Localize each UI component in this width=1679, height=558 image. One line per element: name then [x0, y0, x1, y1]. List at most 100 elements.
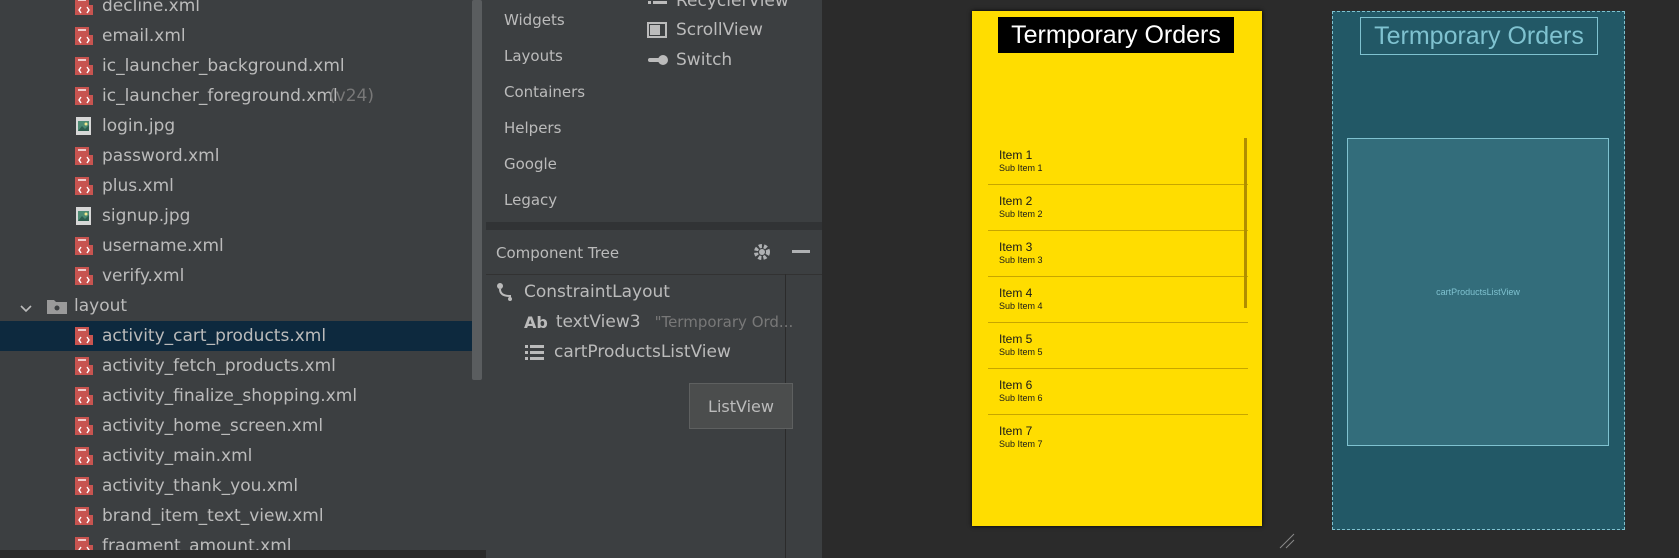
- tree-file-row[interactable]: activity_fetch_products.xml: [0, 351, 474, 381]
- component-tree-label: ConstraintLayout: [524, 282, 670, 302]
- list-item[interactable]: Item 2 Sub Item 2: [988, 184, 1248, 231]
- tree-file-row[interactable]: username.xml: [0, 231, 474, 261]
- tree-file-row[interactable]: login.jpg: [0, 111, 474, 141]
- palette-category-containers[interactable]: Containers: [504, 83, 585, 101]
- tree-item-label: ic_launcher_background.xml: [102, 56, 345, 76]
- tooltip: ListView: [689, 383, 793, 429]
- blueprint-preview[interactable]: Termporary Orders cartProductsListView: [1332, 11, 1625, 530]
- list-item-subtitle: Sub Item 3: [999, 255, 1043, 265]
- component-tree-node-cartproductslistview[interactable]: cartProductsListView: [524, 342, 731, 362]
- tree-file-row[interactable]: activity_thank_you.xml: [0, 471, 474, 501]
- tree-file-row[interactable]: fragment_amount.xml: [0, 531, 474, 550]
- component-tree-node-constraintlayout[interactable]: ConstraintLayout: [496, 282, 670, 302]
- tree-item-label: fragment_amount.xml: [102, 536, 292, 550]
- xml-file-icon: [74, 356, 94, 376]
- palette-category-helpers[interactable]: Helpers: [504, 119, 561, 137]
- list-icon: [524, 342, 546, 362]
- palette-panel: Widgets Layouts Containers Helpers Googl…: [486, 0, 822, 222]
- component-tree-label: textView3: [555, 312, 641, 332]
- list-item[interactable]: Item 7 Sub Item 7: [988, 414, 1248, 454]
- tree-file-row[interactable]: activity_finalize_shopping.xml: [0, 381, 474, 411]
- xml-file-icon: [74, 86, 94, 106]
- textview-icon: Ab: [524, 312, 548, 332]
- component-tree-detail: "Termporary Ord...: [654, 313, 794, 331]
- palette-item-label: Switch: [676, 50, 733, 70]
- blueprint-listview[interactable]: cartProductsListView: [1347, 138, 1609, 446]
- list-item[interactable]: Item 1 Sub Item 1: [988, 138, 1248, 185]
- list-item-subtitle: Sub Item 4: [999, 301, 1043, 311]
- list-item-subtitle: Sub Item 6: [999, 393, 1043, 403]
- tree-item-label: brand_item_text_view.xml: [102, 506, 324, 526]
- tree-file-row[interactable]: ic_launcher_foreground.xml (v24): [0, 81, 474, 111]
- list-item-subtitle: Sub Item 5: [999, 347, 1043, 357]
- gear-icon[interactable]: [752, 242, 772, 262]
- palette-category-google[interactable]: Google: [504, 155, 557, 173]
- tree-file-row[interactable]: plus.xml: [0, 171, 474, 201]
- tree-file-row[interactable]: activity_main.xml: [0, 441, 474, 471]
- blueprint-title[interactable]: Termporary Orders: [1360, 17, 1598, 55]
- palette-item-scrollview[interactable]: ScrollView: [646, 20, 763, 40]
- list-item-subtitle: Sub Item 2: [999, 209, 1043, 219]
- tree-item-label: activity_home_screen.xml: [102, 416, 324, 436]
- tree-file-row[interactable]: activity_cart_products.xml: [0, 321, 474, 351]
- tree-item-label: activity_thank_you.xml: [102, 476, 299, 496]
- xml-file-icon: [74, 0, 94, 16]
- xml-file-icon: [74, 476, 94, 496]
- tree-file-row[interactable]: ic_launcher_background.xml: [0, 51, 474, 81]
- tree-item-label: username.xml: [102, 236, 224, 256]
- tree-item-label: decline.xml: [102, 0, 201, 16]
- list-item[interactable]: Item 3 Sub Item 3: [988, 230, 1248, 277]
- preview-title[interactable]: Termporary Orders: [998, 17, 1234, 53]
- xml-file-icon: [74, 56, 94, 76]
- palette-category-widgets[interactable]: Widgets: [504, 11, 565, 29]
- list-item[interactable]: Item 4 Sub Item 4: [988, 276, 1248, 323]
- list-item-subtitle: Sub Item 7: [999, 439, 1043, 449]
- switch-icon: [646, 50, 670, 70]
- tree-item-label: verify.xml: [102, 266, 185, 286]
- tree-item-qualifier: (v24): [329, 86, 374, 106]
- tree-file-row[interactable]: activity_home_screen.xml: [0, 411, 474, 441]
- tree-file-row[interactable]: password.xml: [0, 141, 474, 171]
- tree-file-row[interactable]: verify.xml: [0, 261, 474, 291]
- tree-item-label: activity_cart_products.xml: [102, 326, 327, 346]
- minimize-icon[interactable]: [792, 250, 810, 253]
- tree-file-row[interactable]: email.xml: [0, 21, 474, 51]
- list-item[interactable]: Item 6 Sub Item 6: [988, 368, 1248, 415]
- tree-folder-row[interactable]: layout: [0, 291, 474, 321]
- component-tree-label: cartProductsListView: [554, 342, 731, 362]
- xml-file-icon: [74, 236, 94, 256]
- xml-file-icon: [74, 26, 94, 46]
- preview-listview[interactable]: Item 1 Sub Item 1 Item 2 Sub Item 2 Item 3 Su…: [988, 138, 1248, 454]
- component-tree-node-textview3[interactable]: Ab textView3 "Termporary Ord...: [524, 312, 793, 332]
- chevron-down-icon[interactable]: [20, 300, 32, 313]
- tree-item-label: plus.xml: [102, 176, 174, 196]
- resize-handle-icon[interactable]: [1278, 532, 1296, 550]
- palette-item-switch[interactable]: Switch: [646, 50, 732, 70]
- list-item-title: Item 4: [999, 286, 1033, 300]
- tree-item-label: ic_launcher_foreground.xml: [102, 86, 338, 106]
- project-tree-panel: decline.xml email.xml ic_launcher_backgrou…: [0, 0, 486, 550]
- tree-item-label: activity_fetch_products.xml: [102, 356, 336, 376]
- palette-item-recyclerview[interactable]: RecyclerView: [646, 0, 789, 11]
- xml-file-icon: [74, 176, 94, 196]
- project-tree-scrollbar[interactable]: [472, 0, 482, 380]
- tree-item-label: activity_finalize_shopping.xml: [102, 386, 358, 406]
- tree-item-label: login.jpg: [102, 116, 176, 136]
- component-tree-title: Component Tree: [496, 244, 620, 262]
- tree-item-label: layout: [74, 296, 128, 316]
- tree-file-row[interactable]: signup.jpg: [0, 201, 474, 231]
- palette-category-layouts[interactable]: Layouts: [504, 47, 563, 65]
- tree-file-row[interactable]: decline.xml: [0, 0, 474, 21]
- xml-file-icon: [74, 416, 94, 436]
- tree-file-row[interactable]: brand_item_text_view.xml: [0, 501, 474, 531]
- list-item-title: Item 5: [999, 332, 1033, 346]
- xml-file-icon: [74, 536, 94, 550]
- xml-file-icon: [74, 446, 94, 466]
- list-item[interactable]: Item 5 Sub Item 5: [988, 322, 1248, 369]
- design-preview[interactable]: Termporary Orders Item 1 Sub Item 1 Item 2…: [972, 11, 1262, 526]
- palette-item-label: RecyclerView: [676, 0, 789, 11]
- xml-file-icon: [74, 386, 94, 406]
- xml-file-icon: [74, 506, 94, 526]
- list-item-title: Item 3: [999, 240, 1033, 254]
- palette-category-legacy[interactable]: Legacy: [504, 191, 557, 209]
